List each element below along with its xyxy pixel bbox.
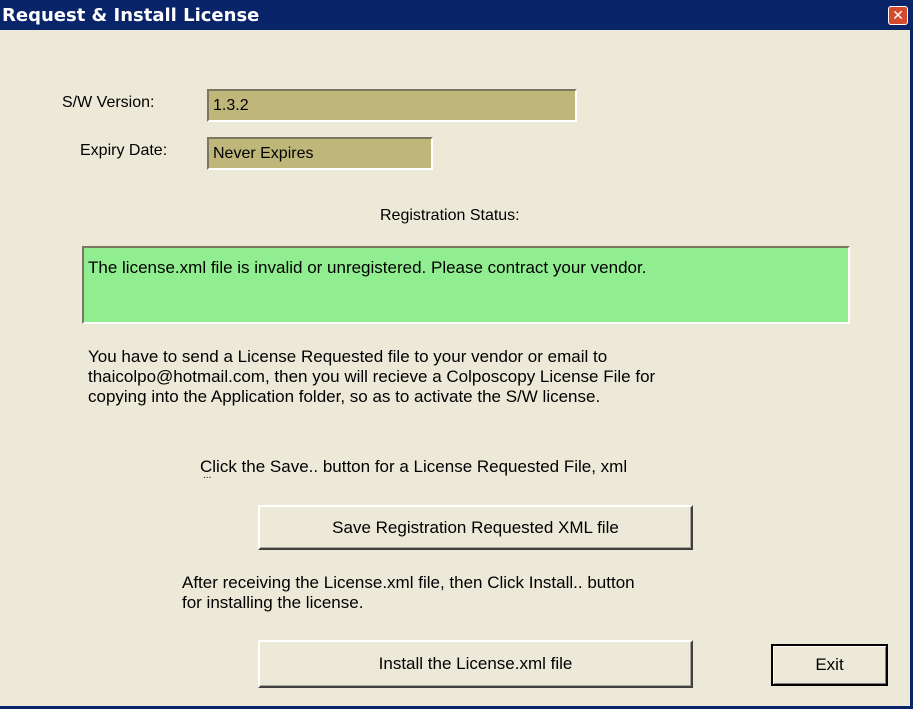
- instructions-line-2: thaicolpo@hotmail.com, then you will rec…: [88, 367, 656, 386]
- install-license-button[interactable]: Install the License.xml file: [258, 640, 693, 688]
- close-icon: ✕: [892, 7, 904, 24]
- close-button[interactable]: ✕: [888, 6, 908, 25]
- registration-status-heading: Registration Status:: [380, 207, 520, 224]
- expiry-date-field[interactable]: Never Expires: [207, 137, 433, 170]
- save-hint-text: Click the Save.. button for a License Re…: [200, 457, 628, 476]
- instructions-line-3: copying into the Application folder, so …: [88, 387, 601, 406]
- sw-version-field[interactable]: 1.3.2: [207, 89, 577, 122]
- instructions-line-1: You have to send a License Requested fil…: [88, 347, 608, 366]
- expiry-date-label: Expiry Date:: [80, 142, 168, 159]
- save-hint-ellipsis: ...: [203, 470, 212, 481]
- install-hint-line-2: for installing the license.: [182, 593, 364, 612]
- registration-status-box: The license.xml file is invalid or unreg…: [82, 246, 850, 324]
- title-bar[interactable]: Request & Install License ✕: [0, 0, 910, 30]
- save-registration-button[interactable]: Save Registration Requested XML file: [258, 505, 693, 550]
- install-hint-line-1: After receiving the License.xml file, th…: [182, 573, 635, 592]
- exit-button[interactable]: Exit: [771, 644, 888, 686]
- install-license-button-label: Install the License.xml file: [378, 654, 573, 673]
- exit-button-label: Exit: [815, 655, 844, 674]
- sw-version-label: S/W Version:: [62, 94, 155, 111]
- license-dialog: Request & Install License ✕ S/W Version:…: [0, 0, 913, 709]
- install-hint-text: After receiving the License.xml file, th…: [182, 573, 635, 613]
- instructions-text: You have to send a License Requested fil…: [88, 347, 655, 407]
- dialog-title: Request & Install License: [2, 5, 260, 26]
- save-registration-button-label: Save Registration Requested XML file: [332, 517, 619, 537]
